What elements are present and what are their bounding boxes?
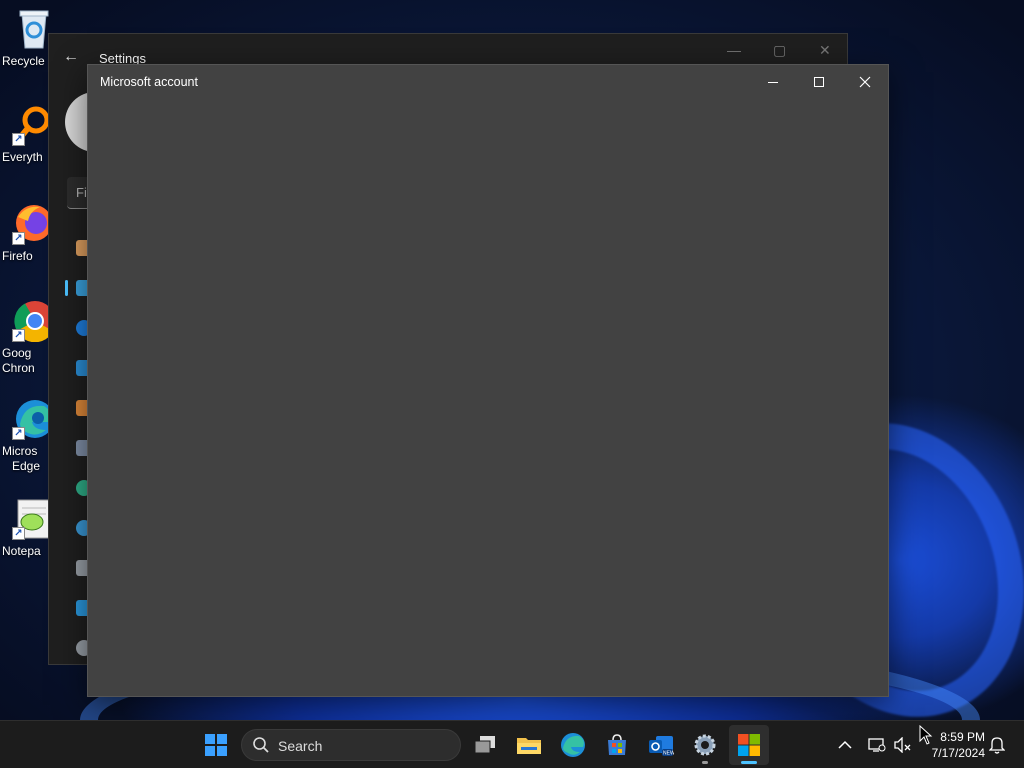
active-indicator bbox=[741, 761, 757, 764]
mouse-cursor-icon bbox=[919, 725, 933, 745]
shortcut-arrow-icon: ↗ bbox=[12, 133, 25, 146]
edge-taskbar-button[interactable] bbox=[553, 725, 593, 765]
file-explorer-icon bbox=[517, 738, 541, 754]
store-icon bbox=[608, 734, 626, 755]
close-button[interactable] bbox=[842, 65, 888, 99]
svg-text:NEW: NEW bbox=[663, 751, 674, 757]
dialog-content-area bbox=[88, 99, 888, 696]
dialog-title: Microsoft account bbox=[100, 75, 198, 89]
outlook-icon: NEW bbox=[649, 736, 674, 757]
file-explorer-button[interactable] bbox=[509, 725, 549, 765]
settings-taskbar-button[interactable] bbox=[685, 725, 725, 765]
task-view-icon bbox=[474, 736, 495, 754]
taskbar-search-box[interactable]: Search bbox=[241, 729, 461, 761]
shortcut-arrow-icon: ↗ bbox=[12, 329, 25, 342]
chevron-up-icon bbox=[838, 740, 852, 749]
microsoft-store-icon bbox=[738, 734, 760, 756]
shortcut-arrow-icon: ↗ bbox=[12, 232, 25, 245]
start-icon bbox=[205, 734, 227, 756]
show-hidden-icons-button[interactable] bbox=[834, 721, 856, 768]
notifications-button[interactable] bbox=[986, 721, 1008, 768]
search-label: Search bbox=[278, 738, 323, 754]
bell-icon bbox=[989, 737, 1005, 754]
taskbar: Search NEW 8:59 PM 7/17/2024 bbox=[0, 720, 1024, 768]
nav-selection-indicator bbox=[65, 280, 68, 296]
clock-date: 7/17/2024 bbox=[931, 746, 985, 760]
network-tray-button[interactable] bbox=[866, 721, 888, 768]
maximize-icon bbox=[814, 77, 824, 87]
minimize-icon bbox=[768, 81, 778, 83]
microsoft-store-taskbar-button[interactable] bbox=[729, 725, 769, 765]
edge-icon bbox=[561, 733, 585, 757]
close-icon bbox=[859, 76, 871, 88]
dialog-title-bar[interactable]: Microsoft account bbox=[88, 65, 888, 99]
minimize-button[interactable] bbox=[750, 65, 796, 99]
outlook-taskbar-button[interactable]: NEW bbox=[641, 725, 681, 765]
task-view-button[interactable] bbox=[465, 725, 505, 765]
shortcut-arrow-icon: ↗ bbox=[12, 527, 25, 540]
store-taskbar-button[interactable] bbox=[597, 725, 637, 765]
settings-icon bbox=[694, 734, 716, 756]
running-indicator bbox=[702, 761, 708, 764]
shortcut-arrow-icon: ↗ bbox=[12, 427, 25, 440]
volume-tray-button[interactable] bbox=[892, 721, 914, 768]
network-disconnected-icon bbox=[868, 738, 886, 752]
settings-minimize-button[interactable]: — bbox=[727, 42, 741, 58]
maximize-button[interactable] bbox=[796, 65, 842, 99]
start-button[interactable] bbox=[196, 725, 236, 765]
search-icon bbox=[252, 736, 270, 757]
volume-muted-icon bbox=[894, 737, 911, 753]
microsoft-account-dialog[interactable]: Microsoft account bbox=[87, 64, 889, 697]
settings-close-button[interactable]: ✕ bbox=[819, 42, 831, 59]
settings-maximize-button[interactable]: ▢ bbox=[773, 42, 786, 59]
back-arrow-icon[interactable]: ← bbox=[63, 48, 79, 66]
